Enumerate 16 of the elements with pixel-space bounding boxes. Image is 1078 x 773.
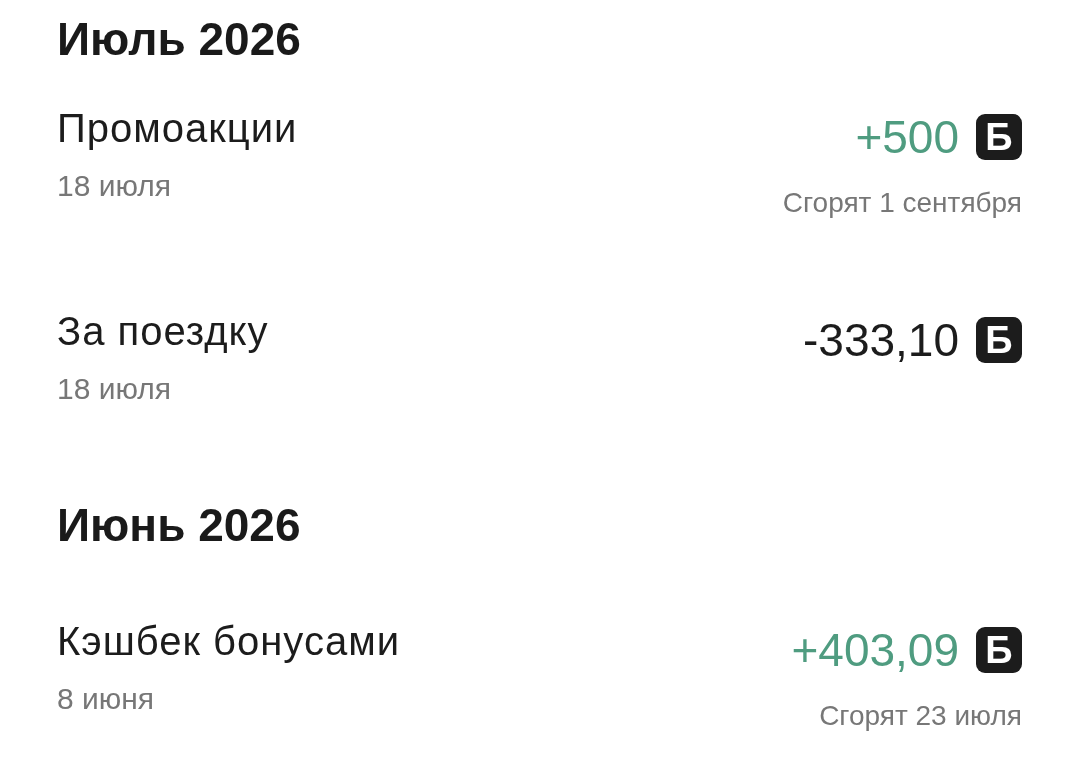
transaction-date: 18 июля	[57, 371, 172, 407]
transaction-amount: +403,09	[791, 623, 959, 677]
bonus-currency-badge: Б	[976, 627, 1022, 673]
bonus-currency-badge: Б	[976, 114, 1022, 160]
transaction-date: 18 июля	[57, 168, 172, 204]
transaction-title: Кэшбек бонусами	[57, 618, 400, 665]
transaction-amount: +500	[855, 110, 959, 164]
month-heading: Июль 2026	[57, 12, 301, 66]
month-heading: Июнь 2026	[57, 498, 301, 552]
expiry-note: Сгорят 23 июля	[819, 699, 1022, 733]
transaction-title: За поездку	[57, 308, 269, 355]
transaction-amount: -333,10	[803, 313, 959, 367]
transaction-title: Промоакции	[57, 105, 298, 152]
expiry-note: Сгорят 1 сентября	[782, 186, 1022, 220]
bonus-currency-badge: Б	[976, 317, 1022, 363]
transaction-date: 8 июня	[57, 681, 155, 717]
